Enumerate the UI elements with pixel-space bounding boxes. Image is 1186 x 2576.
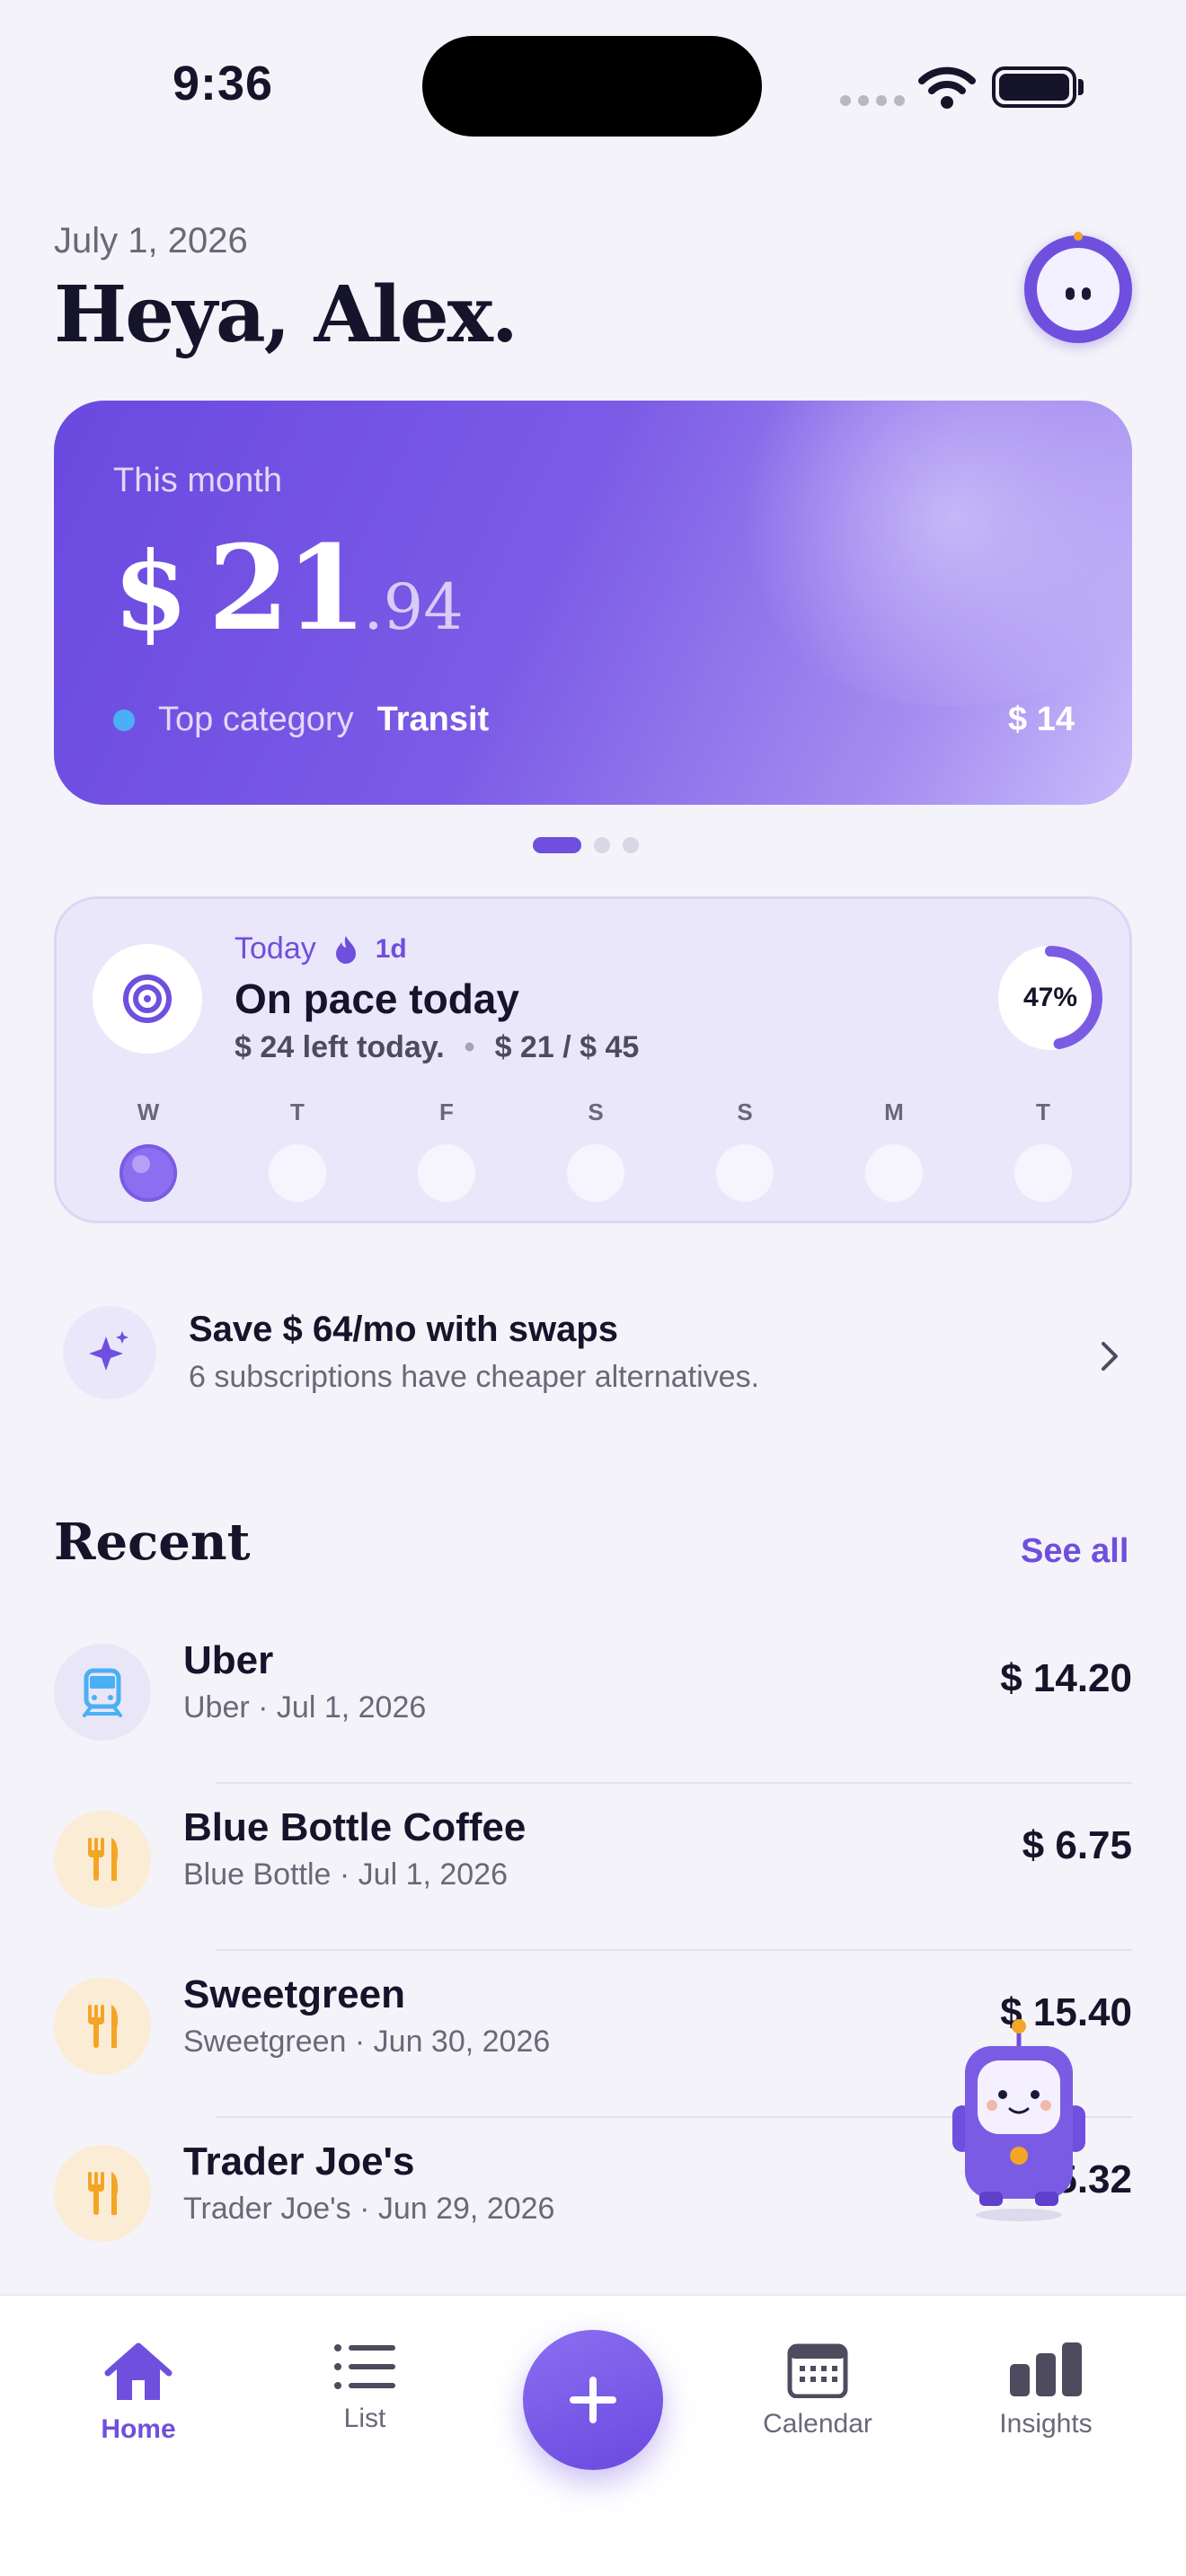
tab-insights-label: Insights — [999, 2409, 1093, 2439]
day-label: F — [439, 1098, 454, 1125]
day-label: S — [588, 1098, 604, 1125]
hero-amount-dec: .94 — [363, 570, 464, 644]
top-category-row: Top category Transit $ 14 — [113, 701, 1075, 739]
day-column: F — [418, 1098, 475, 1202]
transaction-meta: Sweetgreen · Jun 30, 2026 — [183, 2025, 551, 2059]
transaction-row[interactable]: Blue Bottle Coffee Blue Bottle · Jul 1, 2… — [54, 1784, 1132, 1951]
avatar-notification-dot — [1074, 232, 1083, 241]
day-label: M — [884, 1098, 904, 1125]
monthly-spend-card[interactable]: This month $ 21 .94 Top category Transit… — [54, 401, 1132, 805]
wifi-icon — [918, 66, 976, 109]
pace-subtitle: $ 24 left today. • $ 21 / $ 45 — [235, 1030, 639, 1065]
dynamic-island — [422, 36, 762, 137]
day-column: S — [567, 1098, 624, 1202]
pace-ratio: $ 21 / $ 45 — [494, 1030, 640, 1064]
add-transaction-button[interactable] — [523, 2330, 663, 2470]
tab-list-label: List — [343, 2404, 386, 2433]
day-label: W — [137, 1098, 160, 1125]
week-days-row: WTFSSMT — [119, 1098, 1072, 1202]
tab-calendar-label: Calendar — [763, 2409, 872, 2439]
tab-home-label: Home — [101, 2414, 176, 2444]
battery-icon — [992, 66, 1076, 108]
transaction-amount: $ 6.75 — [1022, 1823, 1132, 1867]
target-icon — [93, 944, 202, 1054]
recent-title: Recent — [54, 1513, 251, 1572]
avatar-face-icon — [1037, 248, 1120, 331]
transaction-name: Sweetgreen — [183, 1972, 405, 2016]
hero-label: This month — [113, 462, 282, 499]
pace-title: On pace today — [235, 975, 519, 1022]
day-column: M — [865, 1098, 923, 1202]
battery-tip — [1078, 79, 1084, 95]
day-column: W — [119, 1098, 177, 1202]
top-category-amount: $ 14 — [1008, 701, 1075, 738]
bar-chart-icon — [1010, 2342, 1082, 2396]
top-category-label: Top category — [158, 701, 354, 738]
robot-mascot-icon[interactable] — [947, 2016, 1091, 2222]
day-label: T — [1036, 1098, 1050, 1125]
day-circle — [865, 1144, 923, 1202]
transaction-name: Uber — [183, 1638, 274, 1682]
chevron-right-icon[interactable] — [1098, 1338, 1123, 1374]
card-page-indicator[interactable] — [533, 837, 639, 853]
pace-separator: • — [464, 1030, 475, 1064]
pace-today-row: Today 1d — [235, 931, 407, 966]
list-icon — [334, 2344, 395, 2389]
transaction-amount: $ 14.20 — [1000, 1656, 1132, 1700]
transaction-meta: Blue Bottle · Jul 1, 2026 — [183, 1857, 509, 1892]
day-circle-active — [119, 1144, 177, 1202]
tab-insights[interactable]: Insights — [965, 2341, 1127, 2439]
train-icon — [54, 1644, 151, 1741]
fork-knife-icon — [54, 1811, 151, 1908]
fork-knife-icon — [54, 1978, 151, 2075]
day-circle — [1014, 1144, 1072, 1202]
fork-knife-icon — [54, 2145, 151, 2242]
plus-icon — [570, 2377, 616, 2423]
page-dot[interactable] — [594, 837, 610, 853]
category-color-dot — [113, 709, 135, 731]
header-date: July 1, 2026 — [54, 221, 248, 260]
hero-currency: $ — [113, 528, 189, 655]
pace-today-label: Today — [235, 931, 316, 966]
streak-count: 1d — [375, 933, 407, 964]
day-column: S — [716, 1098, 774, 1202]
transaction-row[interactable]: Uber Uber · Jul 1, 2026 $ 14.20 — [54, 1617, 1132, 1784]
day-label: T — [290, 1098, 305, 1125]
day-circle — [269, 1144, 326, 1202]
day-circle — [567, 1144, 624, 1202]
day-circle — [716, 1144, 774, 1202]
hero-amount: $ 21 .94 — [113, 519, 464, 657]
flame-icon — [335, 935, 356, 964]
page-dot[interactable] — [623, 837, 639, 853]
day-label: S — [737, 1098, 753, 1125]
card-glow — [719, 401, 1132, 706]
transaction-name: Blue Bottle Coffee — [183, 1805, 527, 1849]
transaction-meta: Uber · Jul 1, 2026 — [183, 1690, 427, 1725]
calendar-icon — [787, 2343, 848, 2398]
swaps-subtitle: 6 subscriptions have cheaper alternative… — [189, 1360, 760, 1394]
sparkles-icon — [63, 1306, 156, 1399]
day-column: T — [269, 1098, 326, 1202]
day-circle — [418, 1144, 475, 1202]
status-time: 9:36 — [173, 57, 274, 110]
pace-left-text: $ 24 left today. — [235, 1030, 445, 1064]
transaction-meta: Trader Joe's · Jun 29, 2026 — [183, 2192, 555, 2226]
day-column: T — [1014, 1098, 1072, 1202]
pace-percent: 47% — [1022, 983, 1078, 1012]
daily-pace-card[interactable]: Today 1d On pace today $ 24 left today. … — [54, 896, 1132, 1223]
avatar-button[interactable] — [1024, 232, 1132, 343]
tab-list[interactable]: List — [284, 2341, 446, 2434]
swaps-title[interactable]: Save $ 64/mo with swaps — [189, 1310, 618, 1350]
tab-home[interactable]: Home — [58, 2341, 219, 2445]
transaction-name: Trader Joe's — [183, 2139, 415, 2183]
greeting-title: Heya, Alex. — [54, 269, 518, 360]
pace-progress-ring: 47% — [996, 944, 1104, 1052]
tab-calendar[interactable]: Calendar — [737, 2341, 898, 2439]
hero-amount-int: 21 — [208, 519, 367, 657]
cellular-signal-icon — [840, 95, 905, 106]
home-icon — [104, 2342, 173, 2400]
see-all-link[interactable]: See all — [1021, 1532, 1128, 1571]
page-dot-active[interactable] — [533, 837, 581, 853]
top-category-name: Transit — [376, 701, 490, 738]
